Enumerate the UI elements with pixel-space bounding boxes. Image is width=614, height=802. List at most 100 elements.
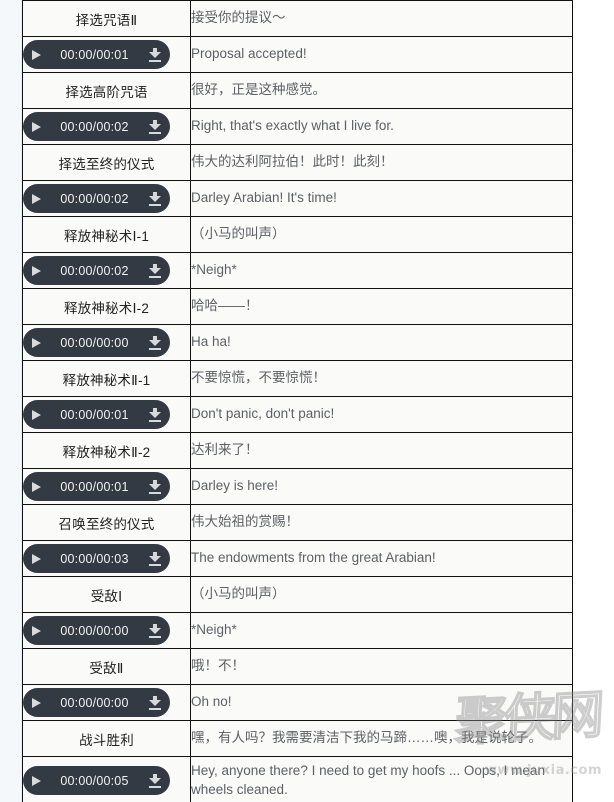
voice-line-text-en: *Neigh* [190,252,573,289]
table-row: 释放神秘术Ⅰ-1 （小马的叫声） [22,216,573,253]
download-icon[interactable] [148,119,161,134]
audio-time-display: 00:00/00:00 [60,695,129,710]
download-icon[interactable] [148,335,161,350]
table-row: 00:00/00:01 Don't panic, don't panic! [22,396,573,433]
download-icon[interactable] [148,407,161,422]
voice-line-text-zh: （小马的叫声） [190,216,573,253]
table-row: 择选至终的仪式 伟大的达利阿拉伯！此时！此刻！ [22,144,573,181]
audio-player[interactable]: 00:00/00:02 [23,184,170,213]
voice-line-label: 战斗胜利 [22,720,191,757]
play-icon[interactable] [32,193,41,204]
voice-line-text-zh: 达利来了！ [190,432,573,469]
table-row: 00:00/00:03 The endowments from the great… [22,540,573,577]
audio-player-cell: 00:00/00:00 [22,324,191,361]
download-icon[interactable] [148,695,161,710]
play-icon[interactable] [32,409,41,420]
play-icon[interactable] [32,481,41,492]
audio-time-display: 00:00/00:01 [60,47,129,62]
voice-lines-sheet: 择选咒语Ⅱ 接受你的提议～ 00:00/00:01 Proposal accepted… [22,0,614,802]
audio-time-display: 00:00/00:01 [60,479,129,494]
audio-player[interactable]: 00:00/00:05 [23,766,170,795]
voice-line-label: 择选咒语Ⅱ [22,0,191,37]
table-row: 00:00/00:01 Proposal accepted! [22,36,573,73]
audio-player[interactable]: 00:00/00:00 [23,616,170,645]
audio-player[interactable]: 00:00/00:01 [23,40,170,69]
audio-player-cell: 00:00/00:02 [22,108,191,145]
voice-line-text-en: *Neigh* [190,612,573,649]
voice-line-text-en: Oh no! [190,684,573,721]
voice-line-label: 召唤至终的仪式 [22,504,191,541]
table-row: 00:00/00:00 Ha ha! [22,324,573,361]
audio-player-cell: 00:00/00:02 [22,252,191,289]
play-icon[interactable] [32,625,41,636]
voice-line-label: 择选高阶咒语 [22,72,191,109]
table-row: 召唤至终的仪式 伟大始祖的赏赐！ [22,504,573,541]
audio-player[interactable]: 00:00/00:02 [23,112,170,141]
download-icon[interactable] [148,191,161,206]
voice-line-text-zh: 伟大的达利阿拉伯！此时！此刻！ [190,144,573,181]
voice-line-label: 受敌Ⅰ [22,576,191,613]
download-icon[interactable] [148,479,161,494]
table-row: 择选高阶咒语 很好，正是这种感觉。 [22,72,573,109]
voice-line-text-en: Ha ha! [190,324,573,361]
page-gutter [0,0,22,802]
voice-line-label: 择选至终的仪式 [22,144,191,181]
audio-player[interactable]: 00:00/00:02 [23,256,170,285]
download-icon[interactable] [148,623,161,638]
voice-lines-table-body: 择选咒语Ⅱ 接受你的提议～ 00:00/00:01 Proposal accepted… [22,0,573,802]
voice-line-label: 释放神秘术Ⅰ-1 [22,216,191,253]
table-row: 择选咒语Ⅱ 接受你的提议～ [22,0,573,37]
table-row: 00:00/00:00 *Neigh* [22,612,573,649]
table-row: 释放神秘术Ⅱ-2 达利来了！ [22,432,573,469]
voice-line-text-en: Proposal accepted! [190,36,573,73]
audio-player[interactable]: 00:00/00:00 [23,328,170,357]
play-icon[interactable] [32,697,41,708]
voice-line-text-zh: 哦！不！ [190,648,573,685]
voice-lines-table: 择选咒语Ⅱ 接受你的提议～ 00:00/00:01 Proposal accepted… [22,0,573,802]
play-icon[interactable] [32,775,41,786]
audio-player-cell: 00:00/00:01 [22,468,191,505]
audio-player[interactable]: 00:00/00:00 [23,688,170,717]
play-icon[interactable] [32,49,41,60]
voice-line-text-zh: （小马的叫声） [190,576,573,613]
audio-time-display: 00:00/00:00 [60,335,129,350]
voice-line-text-zh: 不要惊慌，不要惊慌！ [190,360,573,397]
download-icon[interactable] [148,773,161,788]
voice-line-text-en: Don't panic, don't panic! [190,396,573,433]
audio-player-cell: 00:00/00:02 [22,180,191,217]
voice-line-label: 释放神秘术Ⅱ-2 [22,432,191,469]
voice-line-text-zh: 很好，正是这种感觉。 [190,72,573,109]
download-icon[interactable] [148,551,161,566]
audio-player[interactable]: 00:00/00:01 [23,472,170,501]
audio-player-cell: 00:00/00:01 [22,36,191,73]
audio-time-display: 00:00/00:03 [60,551,129,566]
table-row: 00:00/00:00 Oh no! [22,684,573,721]
download-icon[interactable] [148,263,161,278]
play-icon[interactable] [32,553,41,564]
table-row: 受敌Ⅰ （小马的叫声） [22,576,573,613]
voice-line-text-zh: 接受你的提议～ [190,0,573,37]
play-icon[interactable] [32,337,41,348]
voice-line-label: 释放神秘术Ⅰ-2 [22,288,191,325]
table-row: 00:00/00:02 Right, that's exactly what I … [22,108,573,145]
voice-line-text-en: Hey, anyone there? I need to get my hoof… [190,756,573,802]
table-row: 释放神秘术Ⅱ-1 不要惊慌，不要惊慌！ [22,360,573,397]
play-icon[interactable] [32,265,41,276]
voice-line-label: 受敌Ⅱ [22,648,191,685]
table-row: 00:00/00:02 *Neigh* [22,252,573,289]
table-row: 00:00/00:05 Hey, anyone there? I need to … [22,756,573,802]
audio-player-cell: 00:00/00:03 [22,540,191,577]
audio-player-cell: 00:00/00:00 [22,612,191,649]
audio-time-display: 00:00/00:01 [60,407,129,422]
voice-line-text-zh: 伟大始祖的赏赐！ [190,504,573,541]
audio-player-cell: 00:00/00:01 [22,396,191,433]
voice-line-text-en: Darley is here! [190,468,573,505]
audio-player[interactable]: 00:00/00:01 [23,400,170,429]
audio-player[interactable]: 00:00/00:03 [23,544,170,573]
download-icon[interactable] [148,47,161,62]
table-row: 释放神秘术Ⅰ-2 哈哈——！ [22,288,573,325]
voice-line-label: 释放神秘术Ⅱ-1 [22,360,191,397]
voice-line-text-en: Right, that's exactly what I live for. [190,108,573,145]
voice-line-text-zh: 嘿，有人吗？我需要清洁下我的马蹄……噢，我是说轮子。 [190,720,573,757]
play-icon[interactable] [32,121,41,132]
